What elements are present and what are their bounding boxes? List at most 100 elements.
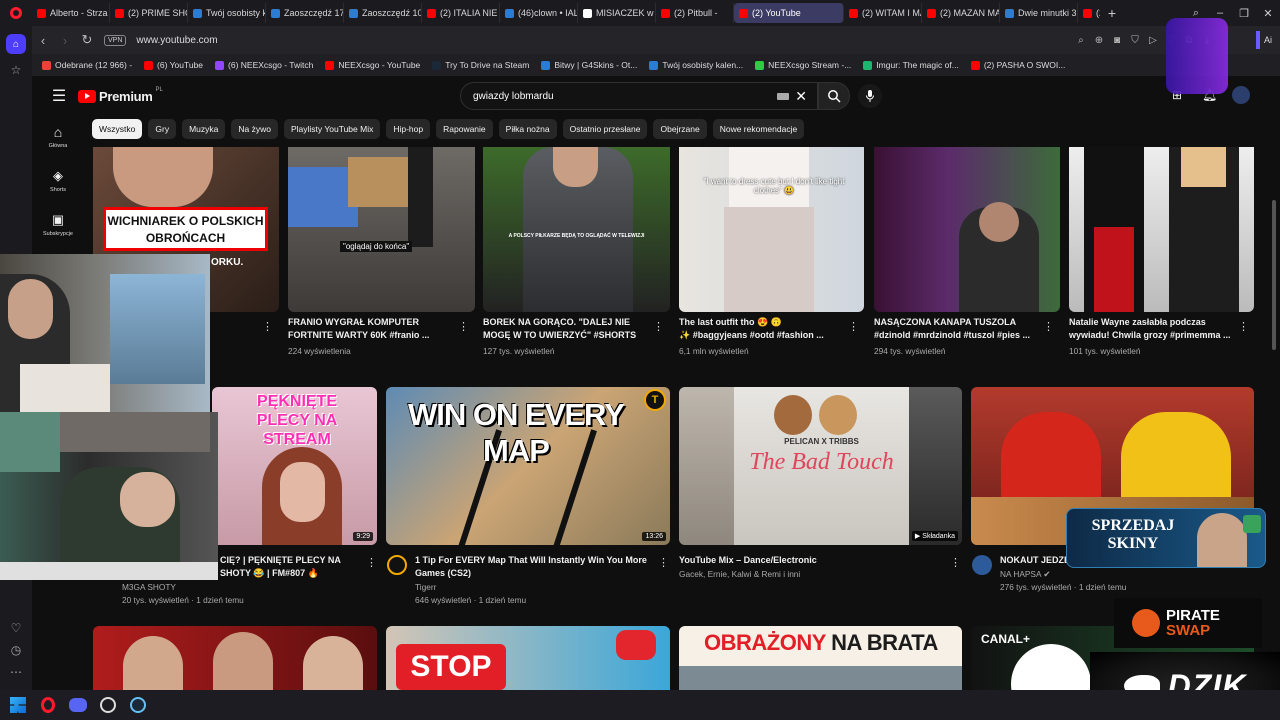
bookmark-item[interactable]: Imgur: The magic of...: [863, 60, 959, 70]
video-thumbnail[interactable]: PĘKNIĘTE PLECY NA STREAM 9:29: [212, 387, 377, 545]
video-title[interactable]: NASĄCZONA KANAPA TUSZOLA #dzinold #mrdzin…: [874, 316, 1044, 341]
maximize-icon[interactable]: ❐: [1232, 0, 1256, 26]
video-thumbnail[interactable]: "I want to dress cute but I don't like t…: [679, 147, 864, 312]
browser-tab[interactable]: Twój osobisty k: [188, 3, 266, 23]
player-icon[interactable]: ▷: [1144, 26, 1162, 54]
youtube-logo[interactable]: Premium PL: [78, 87, 163, 104]
more-options-icon[interactable]: ⋮: [1238, 320, 1249, 333]
more-icon[interactable]: ⋯: [6, 662, 26, 682]
browser-tab[interactable]: MISIACZEK w: [578, 3, 656, 23]
video-thumbnail[interactable]: [1069, 147, 1254, 312]
more-options-icon[interactable]: ⋮: [1043, 320, 1054, 333]
video-thumbnail[interactable]: [874, 147, 1060, 312]
filter-chip[interactable]: Gry: [148, 119, 177, 139]
new-tab-button[interactable]: +: [1100, 0, 1124, 26]
video-thumbnail[interactable]: STOP: [386, 626, 670, 690]
video-title[interactable]: NOKAUT JEDZE: [1000, 554, 1070, 567]
opera-taskbar-icon[interactable]: [36, 693, 60, 717]
video-thumbnail[interactable]: WIN ON EVERY MAP T 13:26: [386, 387, 670, 545]
video-thumbnail[interactable]: A POLSCY PIŁKARZE BĘDĄ TO OGLĄDAĆ W TELE…: [483, 147, 670, 312]
star-icon[interactable]: ☆: [6, 60, 26, 80]
video-thumbnail[interactable]: [93, 626, 377, 690]
browser-tab[interactable]: Zaoszczędź 10: [344, 3, 422, 23]
close-window-icon[interactable]: ✕: [1256, 0, 1280, 26]
steam-icon[interactable]: [126, 693, 150, 717]
heart-icon[interactable]: ♡: [6, 618, 26, 638]
more-options-icon[interactable]: ⋮: [653, 320, 664, 333]
forward-icon[interactable]: ›: [54, 26, 76, 54]
search-button[interactable]: [818, 82, 850, 110]
shield-icon[interactable]: ⛉: [1126, 26, 1144, 54]
reload-icon[interactable]: ↻: [76, 26, 98, 54]
keyboard-icon[interactable]: [777, 92, 790, 100]
sidebar-item-subscriptions[interactable]: ▣ Subskrypcje: [32, 212, 84, 237]
browser-tab[interactable]: (2) ITALIA NIE: [422, 3, 500, 23]
sidebar-item-shorts[interactable]: ◈ Shorts: [32, 168, 84, 193]
channel-name[interactable]: Gacek, Ernie, Kalwi & Remi i inni: [679, 568, 800, 581]
channel-avatar[interactable]: [387, 555, 407, 575]
browser-tab[interactable]: (2) MAZAN MA: [922, 3, 1000, 23]
purple-widget-icon[interactable]: [1166, 18, 1228, 94]
more-options-icon[interactable]: ⋮: [848, 320, 859, 333]
discord-icon[interactable]: [66, 693, 90, 717]
voice-search-button[interactable]: [858, 84, 882, 108]
browser-tab[interactable]: (2) Gwiazdy Lo: [1078, 3, 1100, 23]
more-options-icon[interactable]: ⋮: [458, 320, 469, 333]
search-page-icon[interactable]: ⌕: [1072, 26, 1090, 54]
sidebar-item-home[interactable]: ⌂ Główna: [32, 124, 84, 149]
opera-menu-button[interactable]: [0, 0, 32, 26]
bookmark-item[interactable]: NEEXcsgo - YouTube: [325, 60, 420, 70]
bookmark-item[interactable]: Bitwy | G4Skins - Ot...: [541, 60, 637, 70]
more-options-icon[interactable]: ⋮: [658, 556, 669, 569]
filter-chip[interactable]: Nowe rekomendacje: [712, 119, 805, 139]
video-thumbnail[interactable]: OBRAŻONY NA BRATA: [679, 626, 962, 690]
obs-icon[interactable]: [96, 693, 120, 717]
browser-tab[interactable]: (46)clown • IAL: [500, 3, 578, 23]
channel-name[interactable]: NA HAPSA ✔: [1000, 568, 1050, 581]
filter-chip[interactable]: Ostatnio przesłane: [562, 119, 648, 139]
filter-chip[interactable]: Hip-hop: [386, 119, 431, 139]
filter-chip[interactable]: Obejrzane: [653, 119, 707, 139]
filter-chip[interactable]: Piłka nożna: [498, 119, 557, 139]
bookmark-item[interactable]: Odebrane (12 966) -: [42, 60, 132, 70]
browser-tab[interactable]: Dwie minutki 3: [1000, 3, 1078, 23]
url-field[interactable]: www.youtube.com: [136, 35, 1072, 46]
video-title[interactable]: YouTube Mix – Dance/Electronic: [679, 554, 939, 567]
channel-avatar[interactable]: [972, 555, 992, 575]
vpn-badge[interactable]: VPN: [104, 34, 127, 46]
hamburger-menu-icon[interactable]: ☰: [44, 76, 74, 116]
account-avatar[interactable]: [1232, 86, 1250, 104]
filter-chip[interactable]: Playlisty YouTube Mix: [283, 119, 381, 139]
video-title[interactable]: The last outfit tho 😍 🙃 ✨ #baggyjeans #oo…: [679, 316, 849, 341]
video-title[interactable]: FRANIO WYGRAŁ KOMPUTER FORTNITE WARTY 60K…: [288, 316, 458, 341]
filter-chip[interactable]: Na żywo: [231, 119, 278, 139]
more-options-icon[interactable]: ⋮: [262, 320, 273, 333]
back-icon[interactable]: ‹: [32, 26, 54, 54]
zoom-icon[interactable]: ⊕: [1090, 26, 1108, 54]
video-thumbnail[interactable]: "oglądaj do końca": [288, 147, 475, 312]
browser-tab[interactable]: (2) Pitbull -: [656, 3, 734, 23]
video-title[interactable]: 1 Tip For EVERY Map That Will Instantly …: [415, 554, 655, 579]
bookmark-item[interactable]: NEEXcsgo Stream -...: [755, 60, 851, 70]
bookmark-item[interactable]: (2) PASHA O SWOI...: [970, 60, 1065, 70]
clear-search-icon[interactable]: ✕: [795, 88, 807, 105]
video-title[interactable]: Natalie Wayne zasłabła podczas wywiadu! C…: [1069, 316, 1239, 341]
bookmark-item[interactable]: (6) NEEXcsgo - Twitch: [215, 60, 313, 70]
channel-name[interactable]: Tigerr: [415, 581, 436, 594]
search-input[interactable]: [461, 90, 778, 102]
channel-name[interactable]: M3GA SHOTY: [122, 581, 176, 594]
filter-chip[interactable]: Muzyka: [182, 119, 226, 139]
camera-icon[interactable]: ◙: [1108, 26, 1126, 54]
browser-tab[interactable]: (2) YouTube: [734, 3, 844, 23]
page-scrollbar[interactable]: [1272, 200, 1276, 350]
history-icon[interactable]: ◷: [6, 640, 26, 660]
filter-chip[interactable]: Wszystko: [92, 119, 143, 139]
video-title[interactable]: CIĘ? | PĘKNIĘTE PLECY NA SHOTY 😂 | FM#807…: [220, 554, 360, 579]
browser-tab[interactable]: Alberto - Strza: [32, 3, 110, 23]
bookmark-item[interactable]: Twój osobisty kalen...: [649, 60, 743, 70]
filter-chip[interactable]: Rapowanie: [436, 119, 493, 139]
video-title[interactable]: BOREK NA GORĄCO. "DALEJ NIE MOGĘ W TO UWI…: [483, 316, 653, 341]
windows-start-icon[interactable]: [6, 693, 30, 717]
more-options-icon[interactable]: ⋮: [950, 556, 961, 569]
bookmark-item[interactable]: (6) YouTube: [144, 60, 203, 70]
